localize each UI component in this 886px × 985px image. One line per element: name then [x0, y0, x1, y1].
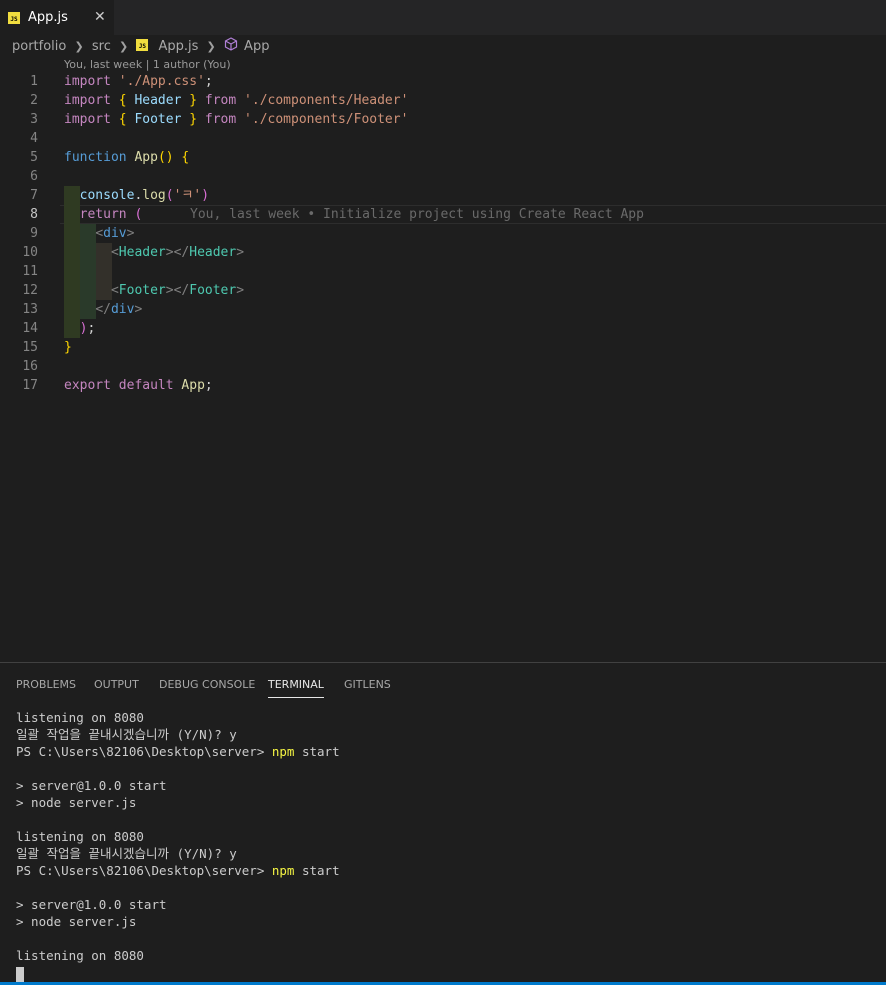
code-line[interactable]: 6	[0, 167, 886, 186]
indent-guide	[96, 262, 112, 281]
codelens-author[interactable]: You, last week | 1 author (You)	[64, 58, 231, 71]
line-number: 16	[22, 359, 38, 374]
line-number: 12	[22, 283, 38, 298]
line-number: 5	[30, 150, 38, 165]
line-number: 10	[22, 245, 38, 260]
line-number: 1	[30, 74, 38, 89]
breadcrumb-symbol[interactable]: App	[244, 39, 269, 54]
terminal-output[interactable]: listening on 8080 일괄 작업을 끝내시겠습니까 (Y/N)? y…	[16, 709, 340, 982]
indent-guide	[80, 262, 96, 281]
breadcrumb-subfolder[interactable]: src	[92, 39, 111, 54]
code-line[interactable]: 3 import { Footer } from './components/Fo…	[0, 110, 886, 129]
line-number: 8	[30, 207, 38, 222]
code-line[interactable]: 12 <Footer></Footer>	[0, 281, 886, 300]
breadcrumb: portfolio ❯ src ❯ JS App.js ❯ App	[12, 37, 269, 55]
breadcrumb-folder[interactable]: portfolio	[12, 39, 66, 54]
code-text[interactable]: return (	[64, 205, 143, 224]
terminal-cursor	[16, 967, 24, 982]
code-text[interactable]: <Footer></Footer>	[64, 281, 244, 300]
code-line[interactable]: 11	[0, 262, 886, 281]
line-number: 2	[30, 93, 38, 108]
terminal-line: > server@1.0.0 start	[16, 897, 167, 912]
code-line[interactable]: 4	[0, 129, 886, 148]
code-line[interactable]: 1 import './App.css';	[0, 72, 886, 91]
javascript-file-icon: JS	[136, 39, 149, 51]
code-text[interactable]: );	[64, 319, 96, 338]
tab-gitlens[interactable]: GITLENS	[344, 678, 391, 691]
tab-terminal[interactable]: TERMINAL	[268, 678, 324, 698]
tab-app-js[interactable]: JS App.js ✕	[0, 0, 114, 35]
terminal-input-line[interactable]	[16, 965, 340, 982]
chevron-right-icon: ❯	[206, 39, 216, 53]
code-line[interactable]: 10 <Header></Header>	[0, 243, 886, 262]
terminal-line: listening on 8080	[16, 710, 144, 725]
code-text[interactable]: console.log('ㅋ')	[64, 186, 209, 205]
terminal-line: > server@1.0.0 start	[16, 778, 167, 793]
terminal-line: PS C:\Users\82106\Desktop\server> npm st…	[16, 744, 340, 759]
terminal-line: 일괄 작업을 끝내시겠습니까 (Y/N)? y	[16, 846, 237, 861]
line-number: 6	[30, 169, 38, 184]
breadcrumb-file[interactable]: App.js	[158, 39, 198, 54]
line-number: 7	[30, 188, 38, 203]
code-line[interactable]: 17 export default App;	[0, 376, 886, 395]
line-number: 14	[22, 321, 38, 336]
code-text[interactable]: }	[64, 338, 72, 357]
line-number: 9	[30, 226, 38, 241]
inline-blame-annotation: You, last week • Initialize project usin…	[190, 207, 644, 222]
code-text[interactable]: export default App;	[64, 376, 213, 395]
tab-label: App.js	[28, 10, 68, 25]
code-text[interactable]: import './App.css';	[64, 72, 213, 91]
terminal-line: 일괄 작업을 끝내시겠습니까 (Y/N)? y	[16, 727, 237, 742]
editor-tab-bar: JS App.js ✕	[0, 0, 886, 35]
line-number: 11	[22, 264, 38, 279]
code-text[interactable]: <div>	[64, 224, 134, 243]
code-line[interactable]: 16	[0, 357, 886, 376]
line-number: 4	[30, 131, 38, 146]
line-number: 15	[22, 340, 38, 355]
code-line[interactable]: 9 <div>	[0, 224, 886, 243]
terminal-line: > node server.js	[16, 795, 137, 810]
tab-output[interactable]: OUTPUT	[94, 678, 139, 691]
terminal-line: listening on 8080	[16, 829, 144, 844]
code-text[interactable]: </div>	[64, 300, 142, 319]
code-line[interactable]: 13 </div>	[0, 300, 886, 319]
line-number: 13	[22, 302, 38, 317]
terminal-line: PS C:\Users\82106\Desktop\server> npm st…	[16, 863, 340, 878]
chevron-right-icon: ❯	[118, 39, 129, 53]
tab-problems[interactable]: PROBLEMS	[16, 678, 76, 691]
code-text[interactable]: import { Header } from './components/Hea…	[64, 91, 408, 110]
code-line[interactable]: 8 return ( You, last week • Initialize pr…	[0, 205, 886, 224]
close-icon[interactable]: ✕	[94, 9, 106, 25]
bottom-panel: PROBLEMS OUTPUT DEBUG CONSOLE TERMINAL G…	[0, 662, 886, 983]
javascript-file-icon: JS	[8, 12, 20, 24]
symbol-cube-icon	[224, 37, 238, 55]
code-line[interactable]: 14 );	[0, 319, 886, 338]
line-number: 3	[30, 112, 38, 127]
terminal-line: > node server.js	[16, 914, 137, 929]
code-text[interactable]: <Header></Header>	[64, 243, 244, 262]
chevron-right-icon: ❯	[74, 39, 84, 53]
code-text[interactable]: function App() {	[64, 148, 189, 167]
terminal-line: listening on 8080	[16, 948, 144, 963]
code-line[interactable]: 7 console.log('ㅋ')	[0, 186, 886, 205]
code-text[interactable]: import { Footer } from './components/Foo…	[64, 110, 408, 129]
line-number: 17	[22, 378, 38, 393]
code-line[interactable]: 5 function App() {	[0, 148, 886, 167]
code-line[interactable]: 2 import { Header } from './components/He…	[0, 91, 886, 110]
tab-debug-console[interactable]: DEBUG CONSOLE	[159, 678, 255, 691]
code-line[interactable]: 15}	[0, 338, 886, 357]
indent-guide	[64, 262, 80, 281]
